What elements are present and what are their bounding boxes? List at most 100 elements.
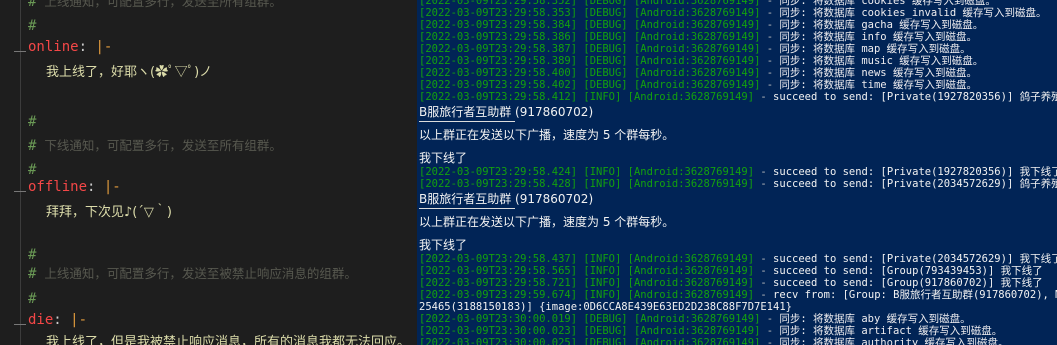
log-separator: - [754, 277, 774, 289]
editor-line[interactable]: die: |- [28, 308, 417, 332]
fold-marker[interactable] [14, 191, 26, 193]
log-message: 同步: 将数据库 gacha 缓存写入到磁盘。 [779, 19, 984, 31]
broadcast-text: 以上群正在发送以下广播，速度为 5 个群每秒。 [419, 128, 675, 142]
log-level: [INFO] [583, 253, 622, 265]
log-line: [2022-03-09T23:29:58.389] [DEBUG] [Andro… [419, 55, 1057, 67]
editor-line[interactable]: online: |- [28, 35, 417, 59]
editor-line[interactable]: offline: |- [28, 175, 417, 199]
log-timestamp: [2022-03-09T23:29:58.412] [419, 91, 578, 103]
log-timestamp: [2022-03-09T23:29:58.721] [419, 277, 578, 289]
log-message: 同步: 将数据库 news 缓存写入到磁盘。 [779, 67, 977, 79]
yaml-key: offline [28, 179, 88, 195]
log-level: [DEBUG] [583, 337, 628, 345]
log-line: [2022-03-09T23:29:59.674] [INFO] [Androi… [419, 289, 1057, 301]
log-account: [Android:3628769149] [627, 178, 755, 190]
log-line: [2022-03-09T23:30:00.025] [DEBUG] [Andro… [419, 337, 1057, 345]
log-level: [INFO] [583, 265, 622, 277]
log-timestamp: [2022-03-09T23:29:58.384] [419, 19, 578, 31]
yaml-string-value: 我上线了，但是我被禁止响应消息，所有的消息我都无法回应。 [46, 335, 411, 345]
log-level: [DEBUG] [583, 0, 628, 7]
editor-line[interactable]: # 上线通知，可配置多行，发送至所有组群。 [28, 0, 417, 14]
log-separator: - [760, 43, 780, 55]
log-message: succeed to send: [Group(793439453)] 我下线了 [773, 265, 1043, 277]
log-separator: - [754, 253, 774, 265]
log-line: [2022-03-09T23:29:58.386] [DEBUG] [Andro… [419, 31, 1057, 43]
log-timestamp: [2022-03-09T23:29:58.428] [419, 178, 578, 190]
yaml-block-indicator: |- [70, 312, 88, 328]
log-level: [DEBUG] [583, 67, 628, 79]
log-separator: - [754, 166, 774, 178]
editor-line[interactable]: # 下线通知，可配置多行，发送至所有组群。 [28, 134, 417, 158]
log-account: [Android:3628769149] [633, 337, 761, 345]
separator-line [419, 208, 515, 209]
yaml-colon: : [53, 312, 71, 328]
log-level: [DEBUG] [583, 55, 628, 67]
log-account: [Android:3628769149] [633, 313, 761, 325]
yaml-key: die [28, 312, 54, 328]
log-level: [DEBUG] [583, 43, 628, 55]
editor-line[interactable]: 拜拜，下次见♪(´▽｀) [46, 200, 417, 224]
fold-marker[interactable] [14, 324, 26, 326]
log-account: [Android:3628769149] [627, 253, 755, 265]
fold-marker[interactable] [14, 51, 26, 53]
log-separator: - [754, 265, 774, 277]
log-level: [DEBUG] [583, 313, 628, 325]
log-account: [Android:3628769149] [627, 265, 755, 277]
log-message: 同步: 将数据库 cookies_invalid 缓存写入到磁盘。 [779, 7, 1047, 19]
log-message: 同步: 将数据库 artifact 缓存写入到磁盘。 [779, 325, 1003, 337]
log-continuation: 25465(3188150183)] {image:0D6CCA8E439E63… [419, 301, 1057, 313]
log-line: [2022-03-09T23:29:58.402] [DEBUG] [Andro… [419, 79, 1057, 91]
log-separator: - [760, 0, 780, 7]
log-account: [Android:3628769149] [627, 166, 755, 178]
log-line: [2022-03-09T23:29:58.428] [INFO] [Androi… [419, 178, 1057, 190]
log-level: [DEBUG] [583, 325, 628, 337]
broadcast-text: 我下线了 [419, 238, 468, 252]
log-level: [DEBUG] [583, 7, 628, 19]
editor-line[interactable]: 我上线了，好耶ヽ(✿ﾟ▽ﾟ)ノ [46, 60, 417, 84]
editor-line[interactable]: # 上线通知，可配置多行，发送至被禁止响应消息的组群。 [28, 262, 417, 286]
log-timestamp: [2022-03-09T23:29:58.565] [419, 265, 578, 277]
log-separator: - [754, 91, 774, 103]
log-timestamp: [2022-03-09T23:29:58.353] [419, 7, 578, 19]
log-account: [Android:3628769149] [633, 55, 761, 67]
log-line: [2022-03-09T23:29:58.412] [INFO] [Androi… [419, 91, 1057, 103]
log-timestamp: [2022-03-09T23:29:58.387] [419, 43, 578, 55]
log-message: 同步: 将数据库 music 缓存写入到磁盘。 [779, 55, 984, 67]
editor-line[interactable]: # [28, 110, 417, 134]
yaml-editor-pane[interactable]: # 上线通知，可配置多行，发送至所有组群。 # online: |- 我上线了，好耶ヽ… [0, 0, 417, 345]
log-timestamp: [2022-03-09T23:29:58.402] [419, 79, 578, 91]
log-level: [DEBUG] [583, 19, 628, 31]
window-split: # 上线通知，可配置多行，发送至所有组群。 # online: |- 我上线了，好耶ヽ… [0, 0, 1057, 345]
log-line: [2022-03-09T23:29:58.353] [DEBUG] [Andro… [419, 7, 1057, 19]
log-account: [Android:3628769149] [633, 67, 761, 79]
log-line: [2022-03-09T23:29:58.721] [INFO] [Androi… [419, 277, 1057, 289]
comment-hash: # [28, 247, 37, 263]
log-line: [2022-03-09T23:30:00.023] [DEBUG] [Andro… [419, 325, 1057, 337]
comment-hash: # [28, 114, 37, 130]
log-account: [Android:3628769149] [627, 289, 755, 301]
log-line: [2022-03-09T23:29:58.384] [DEBUG] [Andro… [419, 19, 1057, 31]
yaml-colon: : [78, 39, 96, 55]
log-timestamp: [2022-03-09T23:30:00.019] [419, 313, 578, 325]
yaml-string-value: 我上线了，好耶ヽ(✿ﾟ▽ﾟ)ノ [46, 65, 213, 80]
log-message: 同步: 将数据库 info 缓存写入到磁盘。 [779, 31, 977, 43]
log-account: [Android:3628769149] [633, 43, 761, 55]
log-timestamp: [2022-03-09T23:29:58.352] [419, 0, 578, 7]
editor-line[interactable] [28, 86, 417, 110]
separator-line [419, 121, 515, 122]
yaml-block-indicator: |- [95, 39, 113, 55]
broadcast-text: B服旅行者互助群 (917860702) [419, 105, 594, 119]
log-message: 25465(3188150183)] {image:0D6CCA8E439E63… [419, 301, 792, 313]
log-message: succeed to send: [Private(2034572629)] 我… [773, 253, 1057, 265]
console-log-pane[interactable]: [2022-03-09T23:29:58.352] [DEBUG] [Andro… [417, 0, 1057, 345]
log-account: [Android:3628769149] [633, 0, 761, 7]
log-level: [INFO] [583, 277, 622, 289]
log-separator: - [760, 67, 780, 79]
comment-text: 下线通知，可配置多行，发送至所有组群。 [36, 138, 282, 153]
yaml-key: online [28, 39, 79, 55]
log-timestamp: [2022-03-09T23:29:58.386] [419, 31, 578, 43]
log-timestamp: [2022-03-09T23:29:58.424] [419, 166, 578, 178]
log-message: succeed to send: [Group(917860702)] 我下线了 [773, 277, 1043, 289]
log-separator: - [754, 289, 774, 301]
editor-line[interactable]: 我上线了，但是我被禁止响应消息，所有的消息我都无法回应。 [46, 330, 417, 345]
